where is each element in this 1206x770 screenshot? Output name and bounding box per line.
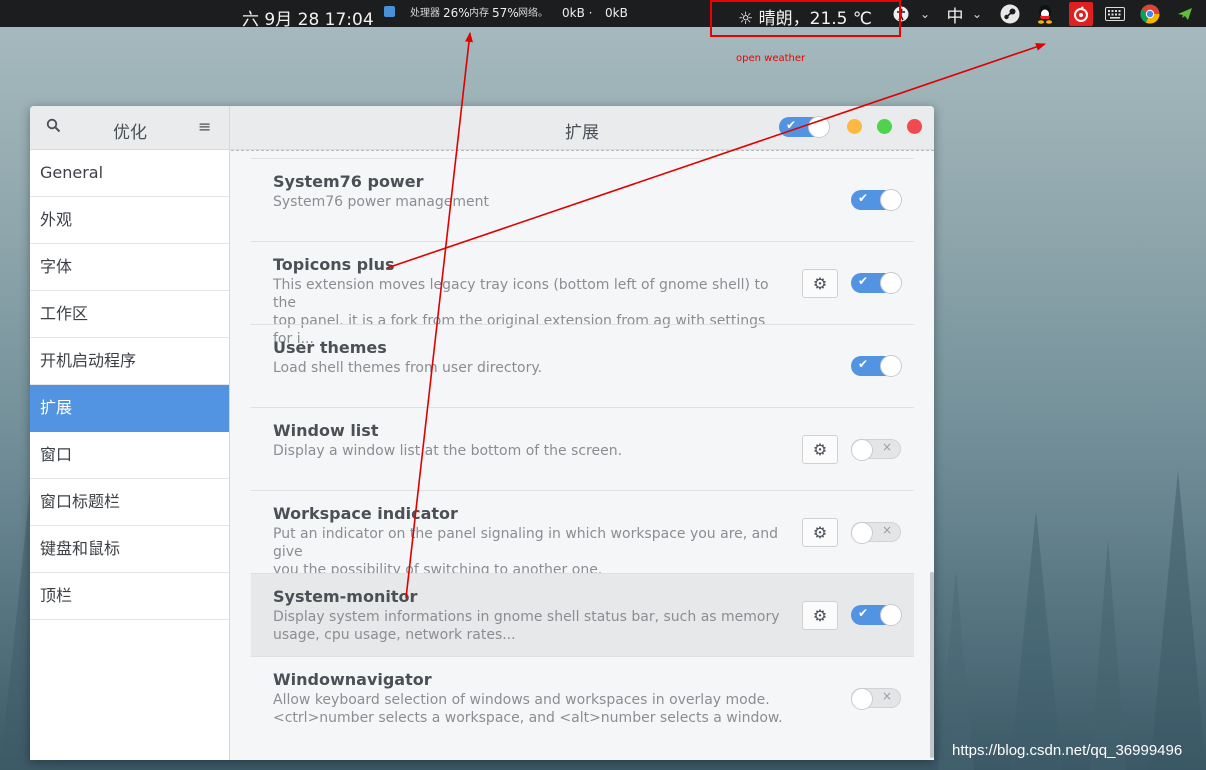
maximize-button[interactable] — [877, 119, 892, 134]
toggle-knob — [880, 604, 902, 626]
close-button[interactable] — [907, 119, 922, 134]
clock[interactable]: 六 9月 28 17:04 — [242, 5, 374, 30]
extension-toggle[interactable]: ✔ — [851, 272, 902, 294]
extension-toggle[interactable]: ✔ — [851, 355, 902, 377]
extensions-master-switch[interactable]: ✔ — [779, 116, 830, 138]
title-bar: 优化 ≡ 扩展 ✔ — [30, 106, 934, 150]
extension-toggle[interactable]: ✔ — [851, 604, 902, 626]
top-panel: 六 9月 28 17:04 处理器 26% 内存 57% 网络。 0kB · 0… — [0, 0, 1206, 30]
system-monitor-icon — [384, 6, 395, 17]
chevron-down-icon[interactable]: ⌄ — [917, 4, 933, 24]
memory-value: 57% — [492, 6, 519, 20]
extension-description: Display a window list at the bottom of t… — [273, 443, 623, 459]
toggle-switch[interactable]: ✔ — [779, 116, 830, 138]
extension-description: Display system informations in gnome she… — [273, 609, 780, 643]
toggle-knob — [851, 688, 873, 710]
sidebar-item-startup-apps[interactable]: 开机启动程序 — [30, 338, 229, 385]
gear-icon[interactable]: ⚙ — [802, 601, 838, 630]
extension-name: Window list — [273, 421, 379, 440]
hamburger-menu-icon[interactable]: ≡ — [198, 117, 211, 136]
cross-icon: × — [881, 440, 892, 454]
chrome-icon[interactable] — [1139, 4, 1161, 24]
memory-label: 内存 — [469, 8, 489, 19]
extension-description: Load shell themes from user directory. — [273, 360, 543, 376]
cpu-label: 处理器 — [410, 8, 440, 19]
weather-annotation: open weather — [736, 53, 806, 64]
cpu-value: 26% — [443, 6, 470, 20]
gear-icon[interactable]: ⚙ — [802, 518, 838, 547]
extension-toggle[interactable]: × — [851, 688, 901, 710]
extension-name: System-monitor — [273, 587, 418, 606]
extension-row: Window list Display a window list at the… — [251, 407, 914, 490]
scrollbar[interactable] — [930, 572, 934, 758]
extension-row: System-monitor Display system informatio… — [251, 573, 914, 656]
extension-toggle[interactable]: × — [851, 439, 901, 461]
toggle-knob — [851, 439, 873, 461]
extension-description: Put an indicator on the panel signaling … — [273, 526, 779, 578]
check-icon: ✔ — [786, 118, 797, 132]
extension-row: User themes Load shell themes from user … — [251, 324, 914, 407]
minimize-button[interactable] — [847, 119, 862, 134]
ime-indicator[interactable]: 中 — [944, 4, 966, 27]
check-icon: ✔ — [858, 274, 869, 288]
extensions-list: System76 power System76 power management… — [231, 150, 934, 760]
toggle-knob — [808, 116, 830, 138]
check-icon: ✔ — [858, 357, 869, 371]
sidebar-item-appearance[interactable]: 外观 — [30, 197, 229, 244]
gear-icon[interactable]: ⚙ — [802, 435, 838, 464]
check-icon: ✔ — [858, 606, 869, 620]
extension-row: Topicons plus This extension moves legac… — [251, 241, 914, 347]
network-label: 网络。 — [518, 8, 548, 19]
sidebar-item-workspaces[interactable]: 工作区 — [30, 291, 229, 338]
cross-icon: × — [881, 689, 892, 703]
extension-name: System76 power — [273, 172, 424, 191]
extension-name: Topicons plus — [273, 255, 395, 274]
sidebar-header: 优化 ≡ — [30, 106, 230, 150]
toggle-knob — [880, 189, 902, 211]
chevron-down-icon[interactable]: ⌄ — [969, 4, 985, 24]
netease-music-icon[interactable] — [1069, 2, 1093, 26]
extension-name: Workspace indicator — [273, 504, 458, 523]
extension-row: Workspace indicator Put an indicator on … — [251, 490, 914, 578]
sidebar-item-general[interactable]: General — [30, 150, 229, 197]
extension-description: System76 power management — [273, 194, 489, 210]
gear-icon[interactable]: ⚙ — [802, 269, 838, 298]
check-icon: ✔ — [858, 191, 869, 205]
tweaks-window: 优化 ≡ 扩展 ✔ General 外观 字体 工作区 开机启动程序 扩展 窗口… — [30, 106, 934, 760]
scroll-edge-indicator — [231, 150, 934, 151]
sidebar-item-keyboard-mouse[interactable]: 键盘和鼠标 — [30, 526, 229, 573]
telegram-icon[interactable] — [1175, 4, 1195, 24]
sidebar-item-window-titlebars[interactable]: 窗口标题栏 — [30, 479, 229, 526]
extension-row: Windownavigator Allow keyboard selection… — [251, 656, 914, 739]
keyboard-icon[interactable] — [1104, 4, 1126, 24]
extension-name: Windownavigator — [273, 670, 432, 689]
cross-icon: × — [881, 523, 892, 537]
sidebar-item-fonts[interactable]: 字体 — [30, 244, 229, 291]
sidebar: General 外观 字体 工作区 开机启动程序 扩展 窗口 窗口标题栏 键盘和… — [30, 150, 230, 760]
network-up: 0kB — [605, 6, 628, 20]
sidebar-item-top-bar[interactable]: 顶栏 — [30, 573, 229, 620]
network-down: 0kB · — [562, 6, 593, 20]
extension-row: System76 power System76 power management… — [251, 158, 914, 241]
extension-name: User themes — [273, 338, 387, 357]
extension-description: Allow keyboard selection of windows and … — [273, 692, 783, 726]
toggle-knob — [851, 522, 873, 544]
extension-toggle[interactable]: × — [851, 522, 901, 544]
steam-icon[interactable] — [999, 4, 1021, 24]
sidebar-item-windows[interactable]: 窗口 — [30, 432, 229, 479]
watermark: https://blog.csdn.net/qq_36999496 — [952, 742, 1183, 759]
sidebar-item-extensions[interactable]: 扩展 — [30, 385, 229, 432]
weather-highlight-box — [710, 0, 901, 37]
toggle-knob — [880, 355, 902, 377]
extension-toggle[interactable]: ✔ — [851, 189, 902, 211]
toggle-knob — [880, 272, 902, 294]
qq-icon[interactable] — [1033, 4, 1057, 24]
